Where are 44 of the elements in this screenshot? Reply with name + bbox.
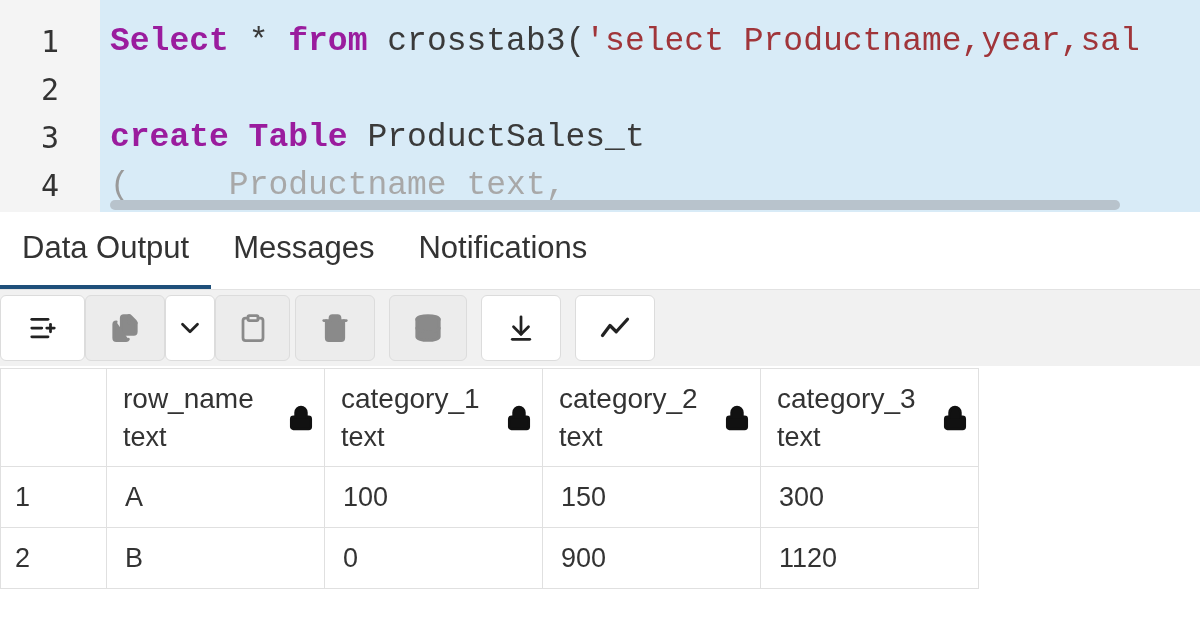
table-cell: 0 xyxy=(324,527,543,589)
lock-icon xyxy=(942,404,968,431)
column-type: text xyxy=(777,420,822,454)
lock-icon xyxy=(288,404,314,431)
table-cell: 150 xyxy=(542,466,761,528)
download-button[interactable] xyxy=(481,295,561,361)
code-editor[interactable]: 1 2 3 4 Select * from crosstab3('select Productname,year,sal create Table ProductSales_t ( Productname text, xyxy=(0,0,1200,212)
table-cell: 900 xyxy=(542,527,761,589)
lock-icon xyxy=(506,404,532,431)
table-cell: A xyxy=(106,466,325,528)
column-type: text xyxy=(123,420,168,454)
graph-button[interactable] xyxy=(575,295,655,361)
column-name: category_2 xyxy=(559,381,698,416)
table-cell: 1120 xyxy=(760,527,979,589)
column-type: text xyxy=(341,420,386,454)
column-header[interactable]: category_1 text xyxy=(324,368,543,467)
column-name: category_3 xyxy=(777,381,916,416)
scrollbar-thumb[interactable] xyxy=(110,200,1120,210)
column-header[interactable]: row_name text xyxy=(106,368,325,467)
column-header[interactable]: category_2 text xyxy=(542,368,761,467)
table-cell: 100 xyxy=(324,466,543,528)
row-number: 2 xyxy=(0,527,107,589)
column-header[interactable]: category_3 text xyxy=(760,368,979,467)
column-type: text xyxy=(559,420,604,454)
code-line: Select * from crosstab3('select Productname,year,sal xyxy=(110,22,1140,62)
copy-icon xyxy=(110,313,140,343)
line-number: 2 xyxy=(40,71,60,109)
code-line: create Table ProductSales_t xyxy=(110,118,645,158)
trash-icon xyxy=(320,313,350,343)
line-number: 3 xyxy=(40,119,60,157)
table-cell: B xyxy=(106,527,325,589)
lock-icon xyxy=(724,404,750,431)
column-name: category_1 xyxy=(341,381,480,416)
code-line: ( Productname text, xyxy=(110,166,566,206)
database-icon xyxy=(413,313,443,343)
row-number: 1 xyxy=(0,466,107,528)
line-number: 1 xyxy=(40,23,60,61)
column-name: row_name xyxy=(123,381,254,416)
dropdown-button[interactable] xyxy=(165,295,215,361)
table-cell: 300 xyxy=(760,466,979,528)
line-number: 4 xyxy=(40,167,60,205)
tab[interactable]: Messages xyxy=(211,212,397,289)
add-row-button[interactable] xyxy=(0,295,85,361)
tab[interactable]: Notifications xyxy=(396,212,610,289)
